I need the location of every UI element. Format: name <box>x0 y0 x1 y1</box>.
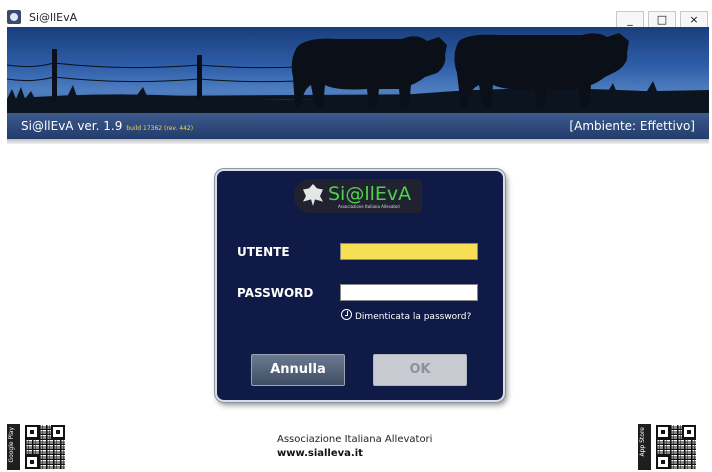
forgot-password-link[interactable]: Dimenticata la password? <box>341 309 471 322</box>
qr-finder <box>656 455 670 469</box>
logo-emblem-icon <box>303 184 323 206</box>
google-play-text: Google Play <box>8 427 15 463</box>
qr-finder <box>25 425 39 439</box>
logo-text: Si@llEvA <box>328 183 412 205</box>
password-label: PASSWORD <box>237 286 314 300</box>
window-titlebar: Si@llEvA _ □ × <box>0 0 712 29</box>
app-store-qr[interactable]: App Store <box>638 420 696 470</box>
forgot-password-text: Dimenticata la password? <box>355 312 472 322</box>
footer-website-link[interactable]: www.sialleva.it <box>277 448 363 459</box>
app-icon <box>7 10 21 24</box>
password-field[interactable] <box>340 284 478 301</box>
clock-icon <box>341 309 352 320</box>
app-store-badge-icon: App Store <box>638 424 651 470</box>
google-play-badge-icon: Google Play <box>7 424 20 470</box>
cancel-button[interactable]: Annulla <box>251 354 345 386</box>
cows-silhouette-image <box>7 33 709 113</box>
qr-finder <box>656 425 670 439</box>
ok-button[interactable]: OK <box>373 354 467 386</box>
footer-organization: Associazione Italiana Allevatori <box>277 434 433 445</box>
username-field[interactable] <box>340 243 478 260</box>
header-banner <box>7 27 709 113</box>
sialleva-logo: Si@llEvA Associazione Italiana Allevator… <box>294 179 422 213</box>
qr-finder <box>25 455 39 469</box>
app-store-text: App Store <box>639 427 646 457</box>
username-label: UTENTE <box>237 245 290 259</box>
google-play-qr[interactable]: Google Play <box>7 420 65 470</box>
qr-finder <box>682 425 696 439</box>
logo-subtitle: Associazione Italiana Allevatori <box>338 204 401 209</box>
version-label: Si@llEvA ver. 1.9 <box>21 119 123 133</box>
version-text: Si@llEvA ver. 1.9 build 17362 (rev. 442) <box>21 119 193 133</box>
banner-divider <box>7 139 709 144</box>
qr-finder <box>51 425 65 439</box>
environment-label: [Ambiente: Effettivo] <box>569 119 695 133</box>
window-title: Si@llEvA <box>29 11 78 24</box>
build-number: build 17362 (rev. 442) <box>126 125 194 132</box>
version-bar: Si@llEvA ver. 1.9 build 17362 (rev. 442) … <box>7 113 709 139</box>
qr-code-icon <box>25 425 65 469</box>
qr-code-icon <box>656 425 696 469</box>
login-panel: Si@llEvA Associazione Italiana Allevator… <box>215 169 505 402</box>
